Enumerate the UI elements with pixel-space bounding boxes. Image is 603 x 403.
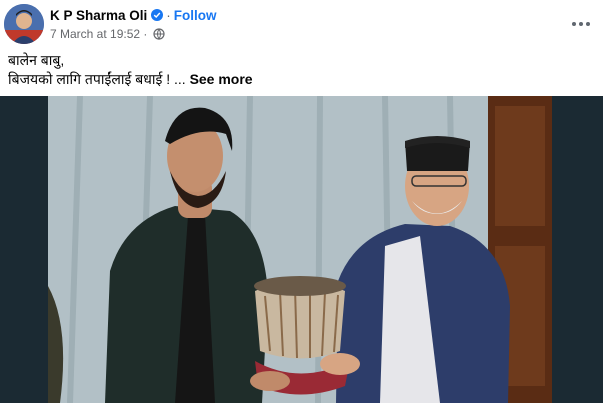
post-header: K P Sharma Oli · Follow 7 March at 19:52 · [0, 0, 603, 48]
avatar[interactable] [4, 4, 44, 44]
avatar-image [4, 4, 44, 44]
caption-ellipsis: ... [174, 71, 186, 87]
verified-badge-icon [151, 9, 164, 21]
photo-illustration [0, 96, 603, 403]
author-name[interactable]: K P Sharma Oli [50, 8, 147, 23]
post-timestamp[interactable]: 7 March at 19:52 [50, 27, 140, 41]
caption-line-1: बालेन बाबु, [8, 52, 65, 68]
separator-dot: · [166, 8, 171, 23]
post-photo[interactable] [0, 96, 603, 403]
post-meta: 7 March at 19:52 · [50, 26, 165, 44]
more-options-icon[interactable] [569, 12, 593, 36]
globe-icon[interactable] [153, 28, 165, 44]
caption-text: बिजयको लागि तपाईंलाई बधाई ! [8, 71, 171, 87]
caption-line-2: बिजयको लागि तपाईंलाई बधाई ! ... See more [8, 70, 253, 89]
author-line: K P Sharma Oli · Follow [50, 7, 217, 25]
post-caption: बालेन बाबु, बिजयको लागि तपाईंलाई बधाई ! … [8, 51, 253, 89]
see-more-link[interactable]: See more [190, 71, 253, 87]
timestamp-separator: · [143, 27, 148, 41]
follow-button[interactable]: Follow [174, 8, 217, 23]
